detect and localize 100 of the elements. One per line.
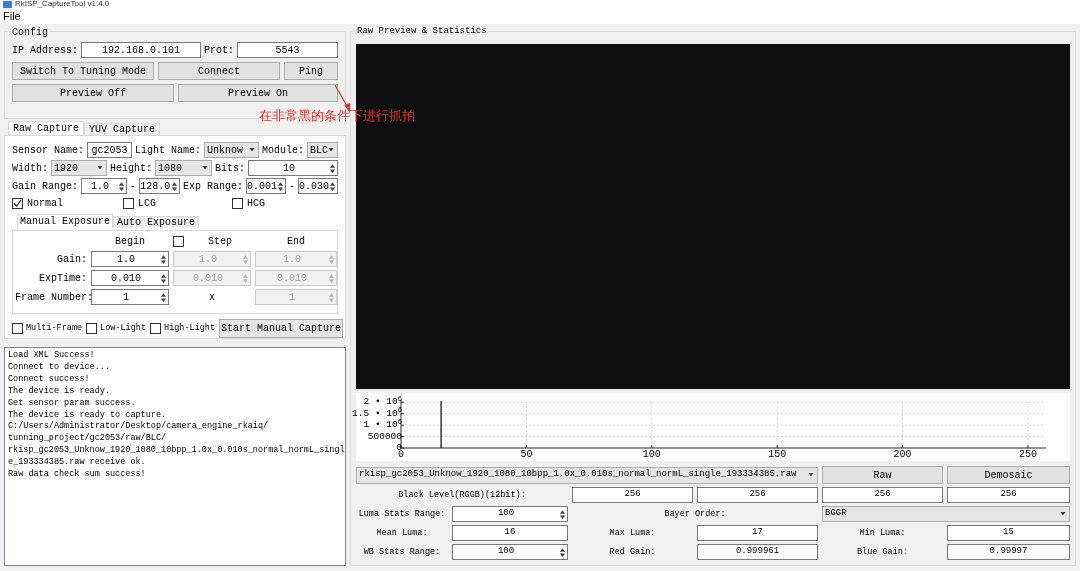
button[interactable]: Connect [158, 62, 280, 80]
spinner-arrows-icon[interactable] [276, 180, 284, 192]
spin-box[interactable]: 100 [452, 506, 568, 522]
spinner-arrows-icon[interactable] [329, 180, 336, 192]
log-line: e_193334385.raw receive ok. [8, 457, 147, 469]
checkbox[interactable] [12, 323, 23, 334]
input-field[interactable]: 0.99997 [947, 544, 1070, 560]
log-line: tunning_project/gc2053/raw/BLC/ [8, 433, 168, 445]
label: ExpTime: [38, 271, 87, 286]
checkbox[interactable] [123, 198, 134, 209]
button[interactable]: Ping [284, 62, 338, 80]
label: Max Luma: [608, 526, 657, 540]
log-line: Connect to device... [8, 361, 112, 374]
input-field[interactable]: 256 [572, 487, 693, 503]
spin-box[interactable]: 10 [248, 160, 338, 176]
app-icon [3, 1, 12, 8]
spin-box[interactable]: 1.0 [91, 251, 169, 267]
label: Height: [110, 161, 153, 176]
dropdown[interactable]: BLC [306, 142, 338, 158]
input-field[interactable]: 15 [947, 525, 1070, 541]
spin-box[interactable]: 128.0 [138, 178, 180, 194]
spinner-arrows-icon[interactable] [117, 180, 125, 192]
label: Mean Luma: [375, 526, 429, 540]
label: WB Stats Range: [362, 545, 442, 559]
checkbox[interactable] [232, 198, 243, 209]
checkbox[interactable] [173, 236, 184, 247]
spin-box[interactable]: 0.001 [245, 178, 286, 194]
spinner-arrows-icon[interactable] [160, 253, 167, 265]
caret-icon[interactable] [808, 473, 814, 477]
input-field[interactable]: gc2053 [87, 142, 133, 158]
tab[interactable]: YUV Capture [84, 123, 160, 135]
checkbox[interactable] [86, 323, 98, 334]
button[interactable]: Raw [822, 466, 943, 484]
spin-box[interactable]: 0.030 [298, 178, 338, 194]
label: Module: [261, 143, 304, 158]
input-field[interactable]: 5543 [237, 42, 338, 58]
axis-label: 1.5 • 10$^{6}$ [352, 408, 402, 419]
button[interactable]: Switch To Tuning Mode [12, 62, 154, 80]
spinner-arrows-icon[interactable] [559, 508, 566, 520]
log-line: The device is ready. [8, 385, 112, 398]
input-field[interactable]: 256 [947, 487, 1070, 503]
label: Width: [12, 161, 48, 176]
spinner-arrows-icon[interactable] [329, 162, 336, 174]
label: Bayer Order: [663, 507, 727, 521]
spinner-arrows-icon[interactable] [170, 180, 178, 192]
button[interactable]: Preview On [178, 84, 338, 102]
checkbox[interactable] [12, 198, 23, 209]
spin-box[interactable]: 1.0 [81, 178, 127, 194]
tab[interactable]: Manual Exposure [17, 214, 113, 228]
checkbox-label: HCG [247, 197, 265, 211]
window-title: RkISP_CaptureTool v1.4.0 [15, 0, 110, 8]
input-field[interactable]: 256 [697, 487, 818, 503]
button[interactable]: Start Manual Capture [219, 319, 344, 338]
dropdown[interactable]: Unknow [204, 142, 259, 158]
menu-item[interactable]: File [3, 7, 21, 25]
label: Prot: [204, 43, 235, 58]
label: Bits: [215, 161, 246, 176]
input-field[interactable]: 16 [452, 525, 568, 541]
column-header: End [286, 235, 306, 249]
tab[interactable]: Auto Exposure [113, 216, 199, 228]
caret-icon[interactable] [1060, 512, 1066, 516]
dropdown[interactable]: 1920 [51, 160, 107, 176]
label: - [288, 179, 295, 194]
label: - [129, 179, 136, 194]
checkbox-label: Low-Light [100, 322, 147, 335]
button[interactable]: Preview Off [12, 84, 174, 102]
label: IP Address: [12, 43, 78, 58]
dropdown[interactable]: BGGR [822, 506, 1070, 522]
spin-box[interactable]: 1 [91, 289, 169, 305]
log-line: Connect success! [8, 373, 91, 386]
axis-label: 500000 [367, 431, 402, 442]
log-line: rkisp_gc2053_Unknow_1920_1080_10bpp_1.0x_0.010s_normal_normL_singl [8, 445, 342, 457]
input-field[interactable]: 192.168.0.101 [81, 42, 201, 58]
label: Exp Range: [182, 179, 243, 194]
caret-icon[interactable] [97, 166, 103, 170]
input-field[interactable]: 256 [822, 487, 943, 503]
spinner-arrows-icon[interactable] [160, 272, 167, 284]
checkbox[interactable] [150, 323, 162, 334]
checkbox-label: Step [208, 235, 232, 249]
caret-icon[interactable] [328, 148, 334, 152]
caret-icon[interactable] [248, 148, 255, 152]
spinner-arrows-icon[interactable] [559, 546, 566, 558]
axis-label: 0 [398, 449, 404, 460]
input-field[interactable]: 17 [697, 525, 818, 541]
label: Min Luma: [858, 526, 907, 540]
spinner-arrows-icon[interactable] [160, 291, 167, 303]
button[interactable]: Demosaic [947, 466, 1070, 484]
tab[interactable]: Raw Capture [8, 121, 84, 135]
y-axis [400, 399, 405, 449]
label: Gain: [56, 252, 87, 267]
dropdown[interactable]: 1080 [155, 160, 213, 176]
spin-box[interactable]: 100 [452, 544, 568, 560]
column-header: Begin [114, 235, 146, 249]
dropdown[interactable]: rkisp_gc2053_Unknow_1920_1080_10bpp_1.0x_0.010s_normal_normL_single_193334385.raw [356, 466, 818, 484]
input-field[interactable]: 0.999961 [697, 544, 818, 560]
log-line: Load XML Success! [8, 350, 96, 362]
axis-label: 200 [893, 449, 912, 460]
spin-box[interactable]: 0.010 [91, 270, 169, 286]
checkbox-label: LCG [138, 197, 156, 211]
caret-icon[interactable] [202, 166, 209, 170]
